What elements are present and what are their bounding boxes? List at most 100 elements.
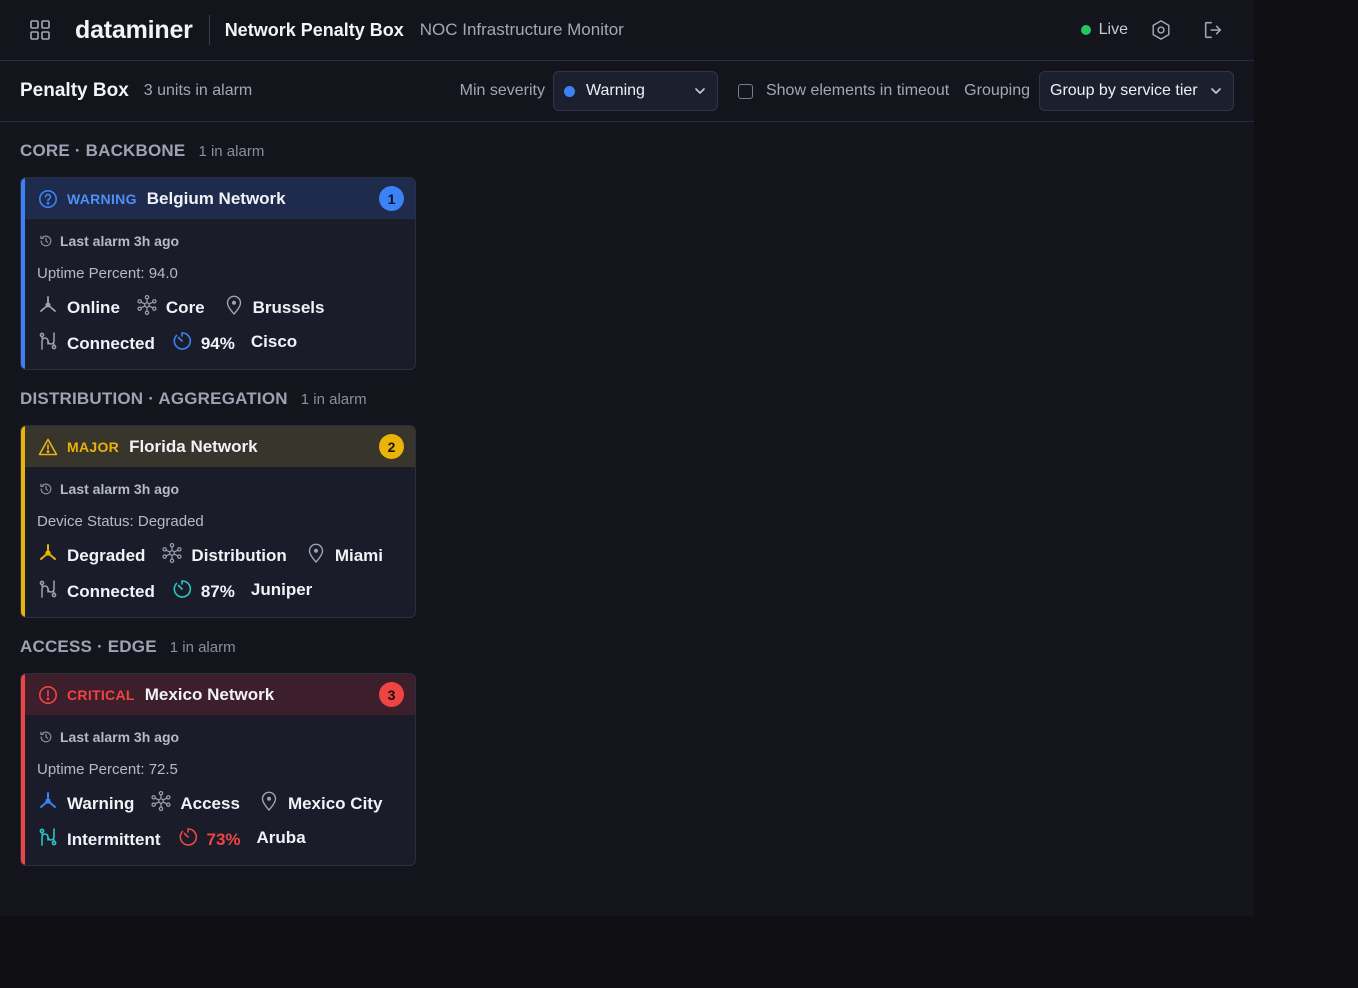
timeout-label[interactable]: Show elements in timeout [766,82,949,100]
history-icon [40,731,52,743]
location-item: Miami [305,542,383,566]
connection-item: Connected [37,330,155,354]
element-name[interactable]: Belgium Network [147,189,286,209]
alarm-badge: 1 [379,186,404,211]
header-divider [208,15,210,45]
alarm-card-belgium[interactable]: WARNING Belgium Network 1 Last alarm 3h … [20,177,416,370]
min-severity-label: Min severity [459,82,545,99]
uptime-text: 87% [200,582,235,601]
alert-circle-icon [39,685,57,704]
uptime-item: 73% [177,826,241,850]
brand-logo[interactable]: dataminer [75,16,193,45]
alarm-card-florida[interactable]: MAJOR Florida Network 2 Last alarm 3h ag… [20,425,416,618]
severity-stripe [21,178,25,369]
last-alarm-text: Last alarm 3h ago [60,481,180,497]
top-bar: dataminer Network Penalty Box NOC Infras… [0,0,1254,61]
logout-icon[interactable] [1202,19,1224,41]
history-icon [40,483,52,495]
last-alarm-text: Last alarm 3h ago [60,729,180,745]
connection-icon [39,580,57,598]
timeout-checkbox[interactable] [737,83,753,99]
card-header: MAJOR Florida Network 2 [21,426,415,467]
connection-text: Connected [67,582,155,601]
uptime-text: 73% [206,830,241,849]
status-text: Online [67,298,120,317]
settings-gear-icon[interactable] [1150,19,1172,41]
location-pin-icon [261,791,277,812]
live-indicator[interactable]: Live [1080,21,1128,39]
metric-text: Device Status: Degraded [37,513,204,530]
page-title: Penalty Box [20,80,129,101]
connection-item: Intermittent [37,826,161,850]
card-row-2: Connected 87% Juniper [37,578,312,602]
card-header: WARNING Belgium Network 1 [21,178,415,219]
severity-dot-icon [563,85,575,97]
uptime-text: 94% [200,334,235,353]
last-alarm: Last alarm 3h ago [39,729,179,745]
tier-item: Access [150,790,240,814]
tier-text: Access [180,794,240,813]
group-header-core: CORE · BACKBONE 1 in alarm [20,141,264,161]
vendor-item: Cisco [251,332,297,354]
min-severity-value: Warning [585,82,645,99]
uptime-item: 87% [171,578,235,602]
alarm-badge: 2 [379,434,404,459]
status-branch-icon [40,544,56,560]
alarm-badge: 3 [379,682,404,707]
alarm-count: 3 units in alarm [143,82,253,99]
card-header: CRITICAL Mexico Network 3 [21,674,415,715]
app-title: Network Penalty Box [224,19,404,40]
uptime-dial-icon [173,332,191,350]
status-item: Online [37,294,120,318]
status-item: Warning [37,790,134,814]
chevron-down-icon [1211,88,1221,94]
status-branch-icon [40,296,56,312]
vendor-item: Aruba [257,828,306,850]
live-dot-icon [1080,25,1091,35]
severity-label: WARNING [67,190,137,207]
vendor-text: Aruba [256,828,306,847]
uptime-dial-icon [179,828,197,846]
card-row-2: Connected 94% Cisco [37,330,297,354]
min-severity-select[interactable]: Warning [552,71,718,111]
element-name[interactable]: Florida Network [129,437,257,457]
location-pin-icon [308,543,324,564]
location-text: Miami [334,546,383,565]
tier-item: Core [136,294,205,318]
grouping-select[interactable]: Group by service tier [1039,71,1234,111]
metric-text: Uptime Percent: 72.5 [37,761,178,778]
status-text: Warning [67,794,135,813]
app-subtitle: NOC Infrastructure Monitor [419,20,624,39]
group-count: 1 in alarm [300,391,367,408]
alarm-card-mexico[interactable]: CRITICAL Mexico Network 3 Last alarm 3h … [20,673,416,866]
apps-grid-icon[interactable] [29,19,51,41]
chevron-down-icon [695,88,705,94]
connection-text: Connected [67,334,155,353]
card-row-1: Warning Access Mexico City [37,790,382,814]
card-row-2: Intermittent 73% Aruba [37,826,306,850]
tier-text: Core [165,298,205,317]
card-row-1: Degraded Distribution Miami [37,542,383,566]
metric-text: Uptime Percent: 94.0 [37,265,178,282]
question-circle-icon [39,189,57,208]
location-text: Brussels [252,298,325,317]
severity-label: MAJOR [67,438,120,455]
card-row-1: Online Core Brussels [37,294,324,318]
vendor-item: Juniper [251,580,312,602]
location-pin-icon [226,295,241,316]
last-alarm: Last alarm 3h ago [39,481,179,497]
last-alarm-text: Last alarm 3h ago [60,233,180,249]
history-icon [40,235,52,247]
group-header-distribution: DISTRIBUTION · AGGREGATION 1 in alarm [20,389,367,409]
location-text: Mexico City [287,794,383,813]
last-alarm: Last alarm 3h ago [39,233,179,249]
status-item: Degraded [37,542,145,566]
vendor-text: Cisco [250,332,298,351]
element-name[interactable]: Mexico Network [145,685,274,705]
uptime-dial-icon [173,580,191,598]
vendor-text: Juniper [250,580,313,599]
grouping-label: Grouping [964,82,1030,99]
status-text: Degraded [67,546,146,565]
severity-stripe [21,674,25,865]
group-title: ACCESS · EDGE [20,637,157,656]
